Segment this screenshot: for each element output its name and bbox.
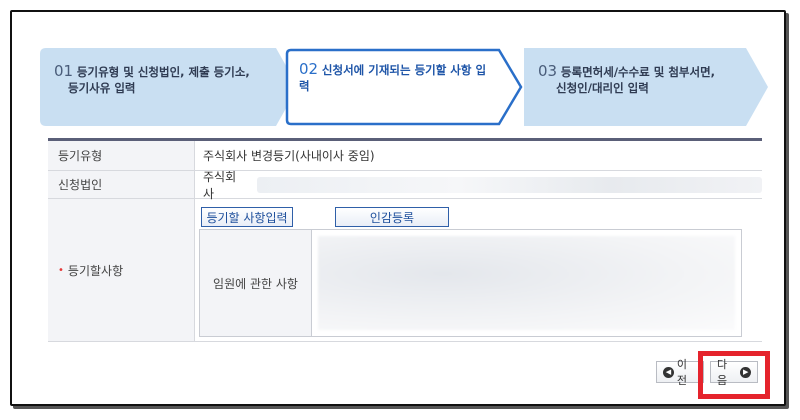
registration-type-value: 주식회사 변경등기(사내이사 중임)	[194, 141, 762, 170]
step-1: 01 등기유형 및 신청법인, 제출 등기소, 등기사유 입력	[40, 48, 298, 126]
step-1-title: 등기유형 및 신청법인, 제출 등기소,	[76, 65, 250, 79]
redacted-content	[318, 236, 735, 330]
step-2-number: 02	[299, 60, 319, 78]
applicant-company-value: 주식회사	[203, 169, 237, 201]
step-3: 03 등록면허세/수수료 및 첨부서면, 신청인/대리인 입력	[524, 48, 770, 126]
table-row: 등기유형 주식회사 변경등기(사내이사 중임)	[48, 141, 762, 171]
window-frame: 01 등기유형 및 신청법인, 제출 등기소, 등기사유 입력 02 신청서에 …	[10, 10, 786, 406]
table-row: • 등기할사항 등기할 사항입력 인감등록 임원에 관한 사항	[48, 199, 762, 342]
officer-matters-content	[312, 230, 741, 336]
registration-table: 등기유형 주식회사 변경등기(사내이사 중임) 신청법인 주식회사 • 등기할사…	[48, 138, 762, 342]
step-indicator: 01 등기유형 및 신청법인, 제출 등기소, 등기사유 입력 02 신청서에 …	[40, 48, 770, 128]
step-2-title: 신청서에 기재되는 등기할 사항 입력	[299, 63, 487, 93]
registration-items-label: 등기할사항	[67, 263, 124, 278]
table-row: 신청법인 주식회사	[48, 170, 762, 201]
chevron-left-icon: ◀	[663, 366, 674, 378]
tab-registration-input[interactable]: 등기할 사항입력	[201, 207, 293, 227]
redacted-company-name	[256, 176, 762, 193]
step-2-current: 02 신청서에 기재되는 등기할 사항 입력	[285, 48, 523, 126]
step-1-subtitle: 등기사유 입력	[68, 81, 136, 95]
step-3-subtitle: 신청인/대리인 입력	[556, 81, 649, 95]
prev-button[interactable]: ◀ 이전	[656, 358, 704, 387]
highlight-box	[698, 351, 770, 399]
applicant-company-cell: 주식회사	[194, 170, 762, 201]
registration-items-header: • 등기할사항	[48, 199, 194, 341]
step-3-number: 03	[538, 62, 558, 80]
prev-button-label: 이전	[676, 358, 688, 387]
tab-seal-registration[interactable]: 인감등록	[335, 207, 449, 227]
registration-type-label: 등기유형	[48, 141, 194, 170]
required-mark: •	[58, 264, 64, 276]
officer-matters-label: 임원에 관한 사항	[200, 230, 312, 336]
registration-items-cell: 등기할 사항입력 인감등록 임원에 관한 사항	[194, 199, 762, 341]
officer-matters-box: 임원에 관한 사항	[199, 229, 742, 337]
step-3-title: 등록면허세/수수료 및 첨부서면,	[560, 65, 716, 79]
step-1-number: 01	[54, 62, 74, 80]
applicant-company-label: 신청법인	[48, 171, 194, 198]
